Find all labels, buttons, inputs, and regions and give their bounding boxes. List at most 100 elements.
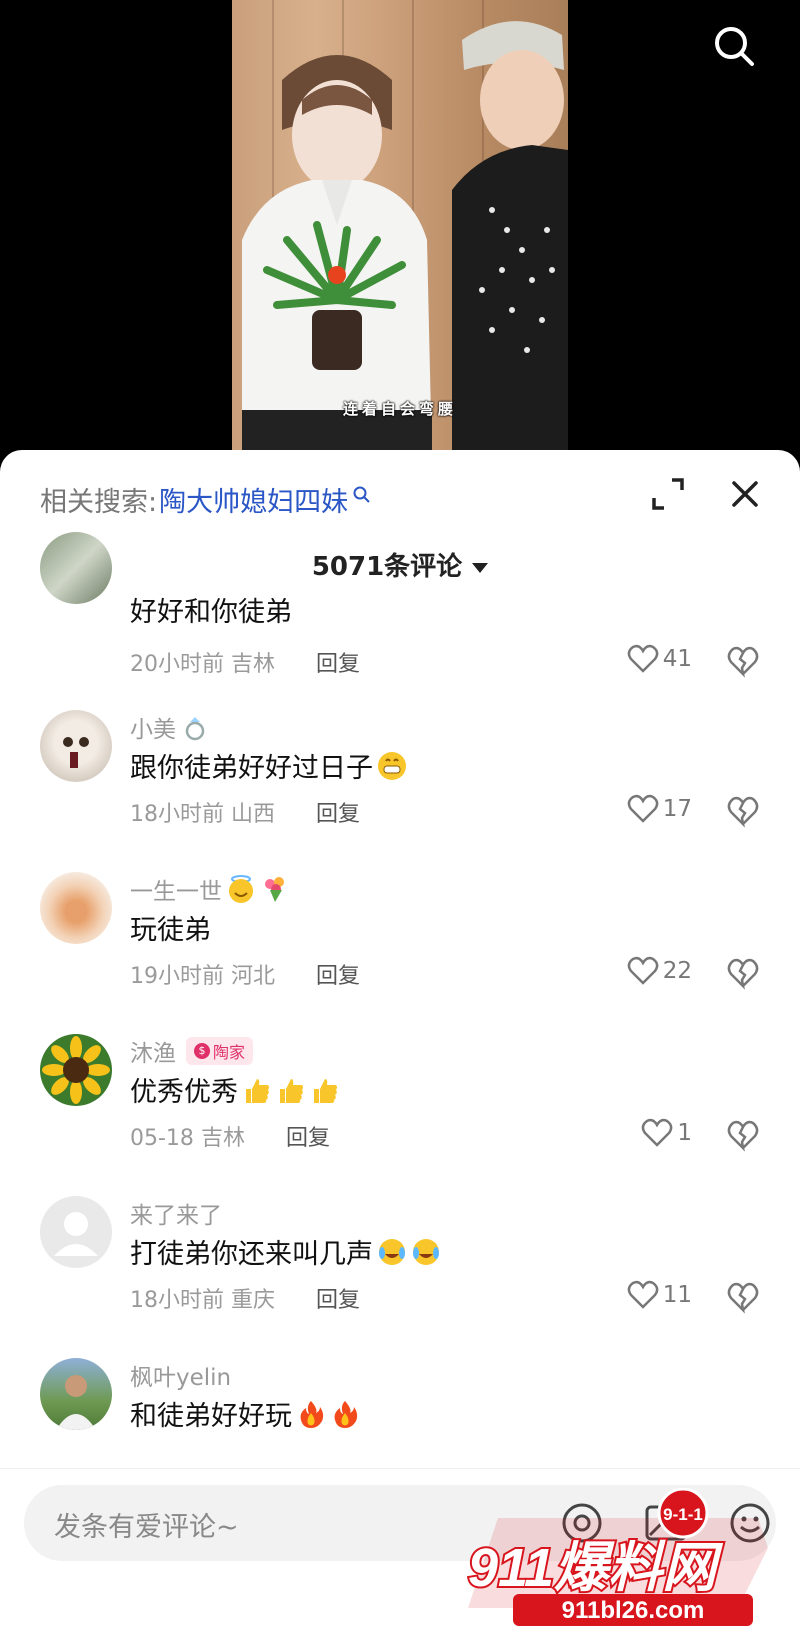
like-button[interactable]: 11 <box>627 1280 692 1310</box>
laugh-cry-emoji-icon <box>379 1238 405 1265</box>
comment-time: 20小时前 <box>130 652 224 677</box>
close-icon[interactable] <box>727 476 763 512</box>
comment-time: 05-18 <box>130 1126 194 1151</box>
bouquet-emoji-icon <box>265 877 284 902</box>
grin-emoji-icon <box>378 751 406 780</box>
related-search: 相关搜索: 陶大帅媳妇四妹 <box>40 480 372 519</box>
video-player[interactable]: 连着自会弯腰 <box>0 0 800 460</box>
comment-text: 优秀优秀 <box>130 1070 340 1109</box>
man-figure <box>452 21 568 450</box>
heart-icon <box>627 644 659 673</box>
comment-location: 河北 <box>231 964 276 989</box>
comment-text-label: 打徒弟你还来叫几声 <box>130 1239 373 1270</box>
broken-heart-icon[interactable] <box>726 956 760 990</box>
thumbs-up-icon <box>314 1078 337 1103</box>
heart-icon <box>627 794 659 823</box>
avatar[interactable] <box>40 1196 112 1268</box>
magnifier-icon <box>353 486 370 503</box>
list-item[interactable]: 小美 跟你徒弟好好过日子 18小时前 山西 回复 17 <box>0 710 800 870</box>
heart-icon <box>627 956 659 985</box>
heart-icon <box>642 1118 673 1147</box>
comment-time: 18小时前 <box>130 802 224 827</box>
like-button[interactable]: 17 <box>627 794 692 824</box>
watermark-badge: 9-1-1 <box>663 1505 703 1524</box>
comment-meta: 20小时前 吉林 回复 <box>130 646 360 678</box>
video-subtitle: 连着自会弯腰 <box>342 400 457 418</box>
watermark-logo: 9-1-1 911爆料网 911bl26.com <box>466 1488 768 1626</box>
search-icon[interactable] <box>712 24 756 68</box>
broken-heart-icon[interactable] <box>726 794 760 828</box>
username-label: 小美 <box>130 717 176 743</box>
ring-emoji-icon <box>185 717 205 741</box>
comment-text: 打徒弟你还来叫几声 <box>130 1232 441 1271</box>
avatar[interactable] <box>40 710 112 782</box>
avatar[interactable] <box>40 1358 112 1430</box>
video-frame[interactable]: 连着自会弯腰 <box>232 0 568 450</box>
comment-meta: 05-18 吉林 回复 <box>130 1120 330 1152</box>
badge-label: 陶家 <box>213 1043 246 1062</box>
list-item[interactable]: 沐渔 $ 陶家 优秀优秀 05-18 吉林 回复 1 <box>0 1034 800 1194</box>
comment-meta: 18小时前 重庆 回复 <box>130 1282 360 1314</box>
related-search-label: 相关搜索: <box>40 487 158 518</box>
comment-location: 重庆 <box>231 1288 276 1313</box>
comment-username: 沐渔 $ 陶家 <box>130 1034 254 1068</box>
username-label: 沐渔 <box>130 1041 176 1067</box>
broken-heart-icon[interactable] <box>726 644 760 678</box>
like-count: 17 <box>662 796 692 822</box>
reply-button[interactable]: 回复 <box>316 964 360 989</box>
like-count: 11 <box>662 1282 692 1308</box>
comment-username: 小美 <box>130 710 210 744</box>
reply-button[interactable]: 回复 <box>316 802 360 827</box>
avatar[interactable] <box>40 532 112 604</box>
expand-icon[interactable] <box>650 476 686 512</box>
list-item[interactable]: 好好和你徒弟 20小时前 吉林 回复 41 <box>0 532 800 730</box>
username-label: 一生一世 <box>130 879 222 905</box>
like-button[interactable]: 1 <box>641 1118 692 1148</box>
thumbs-up-icon <box>246 1078 269 1103</box>
watermark-domain: 911bl26.com <box>562 1597 705 1624</box>
comment-text: 跟你徒弟好好过日子 <box>130 746 407 785</box>
comment-meta: 19小时前 河北 回复 <box>130 958 360 990</box>
watermark-brand: 911爆料网 <box>468 1538 724 1598</box>
fire-emoji-icon <box>300 1400 324 1428</box>
reply-button[interactable]: 回复 <box>286 1126 330 1151</box>
comment-text-label: 跟你徒弟好好过日子 <box>130 753 373 784</box>
comment-location: 吉林 <box>231 652 276 677</box>
reply-button[interactable]: 回复 <box>316 652 360 677</box>
comment-time: 18小时前 <box>130 1288 224 1313</box>
reply-button[interactable]: 回复 <box>316 1288 360 1313</box>
comment-text-label: 和徒弟好好玩 <box>130 1401 292 1432</box>
comment-text-label: 优秀优秀 <box>130 1077 238 1108</box>
avatar[interactable] <box>40 872 112 944</box>
like-count: 22 <box>662 958 692 984</box>
comment-meta: 18小时前 山西 回复 <box>130 796 360 828</box>
comment-sheet: 相关搜索: 陶大帅媳妇四妹 5071条评论 好好和你徒弟 20小时前 吉林 回复… <box>0 450 800 1635</box>
heart-icon <box>627 1280 659 1309</box>
woman-figure <box>242 55 432 450</box>
comment-text: 和徒弟好好玩 <box>130 1394 360 1433</box>
like-button[interactable]: 22 <box>627 956 692 986</box>
comment-text: 好好和你徒弟 <box>130 597 292 628</box>
comment-username: 一生一世 <box>130 872 290 906</box>
comment-username: 来了来了 <box>130 1203 222 1229</box>
avatar[interactable] <box>40 1034 112 1106</box>
related-search-link[interactable]: 陶大帅媳妇四妹 <box>159 480 348 519</box>
comment-username: 枫叶yelin <box>130 1365 232 1391</box>
comment-text: 玩徒弟 <box>130 915 211 946</box>
broken-heart-icon[interactable] <box>726 1280 760 1314</box>
list-item[interactable]: 一生一世 玩徒弟 19小时前 河北 回复 22 <box>0 872 800 1032</box>
thumbs-up-icon <box>280 1078 303 1103</box>
halo-smile-emoji-icon <box>229 875 253 903</box>
laugh-cry-emoji-icon <box>413 1238 439 1265</box>
like-button[interactable]: 41 <box>627 644 692 674</box>
broken-heart-icon[interactable] <box>726 1118 760 1152</box>
status-badge: $ 陶家 <box>186 1037 254 1065</box>
comment-time: 19小时前 <box>130 964 224 989</box>
comment-input-placeholder: 发条有爱评论~ <box>54 1512 239 1543</box>
comment-location: 吉林 <box>200 1126 245 1151</box>
like-count: 1 <box>677 1120 692 1146</box>
list-item[interactable]: 来了来了 打徒弟你还来叫几声 18小时前 重庆 回复 11 <box>0 1196 800 1356</box>
comment-location: 山西 <box>231 802 276 827</box>
fire-emoji-icon <box>334 1400 358 1428</box>
like-count: 41 <box>662 646 692 672</box>
